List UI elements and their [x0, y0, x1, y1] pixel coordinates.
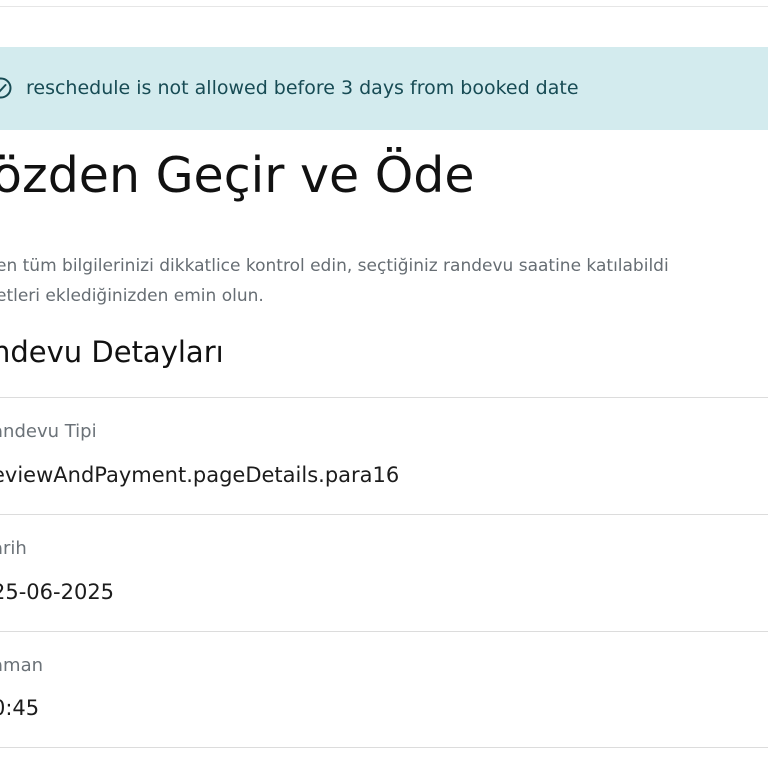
page-title: özden Geçir ve Öde — [0, 147, 475, 204]
alert-message: reschedule is not allowed before 3 days … — [26, 77, 579, 99]
row-divider — [0, 747, 768, 748]
section-divider — [0, 397, 768, 398]
description-line: etleri eklediğinizden emin olun. — [0, 286, 264, 306]
description-line: en tüm bilgilerinizi dikkatlice kontrol … — [0, 256, 669, 276]
review-and-pay-page: reschedule is not allowed before 3 days … — [0, 0, 768, 768]
detail-label: andevu Tipi — [0, 421, 97, 442]
check-circle-icon — [0, 77, 12, 99]
section-title: ndevu Detayları — [0, 335, 224, 369]
page-description: en tüm bilgilerinizi dikkatlice kontrol … — [0, 251, 768, 311]
top-divider — [0, 6, 768, 7]
detail-value: 25-06-2025 — [0, 580, 115, 604]
detail-value: eviewAndPayment.pageDetails.para16 — [0, 463, 400, 487]
detail-label: arih — [0, 538, 27, 559]
detail-value: 0:45 — [0, 696, 40, 720]
row-divider — [0, 514, 768, 515]
detail-label: aman — [0, 655, 44, 676]
info-alert: reschedule is not allowed before 3 days … — [0, 47, 768, 130]
row-divider — [0, 631, 768, 632]
